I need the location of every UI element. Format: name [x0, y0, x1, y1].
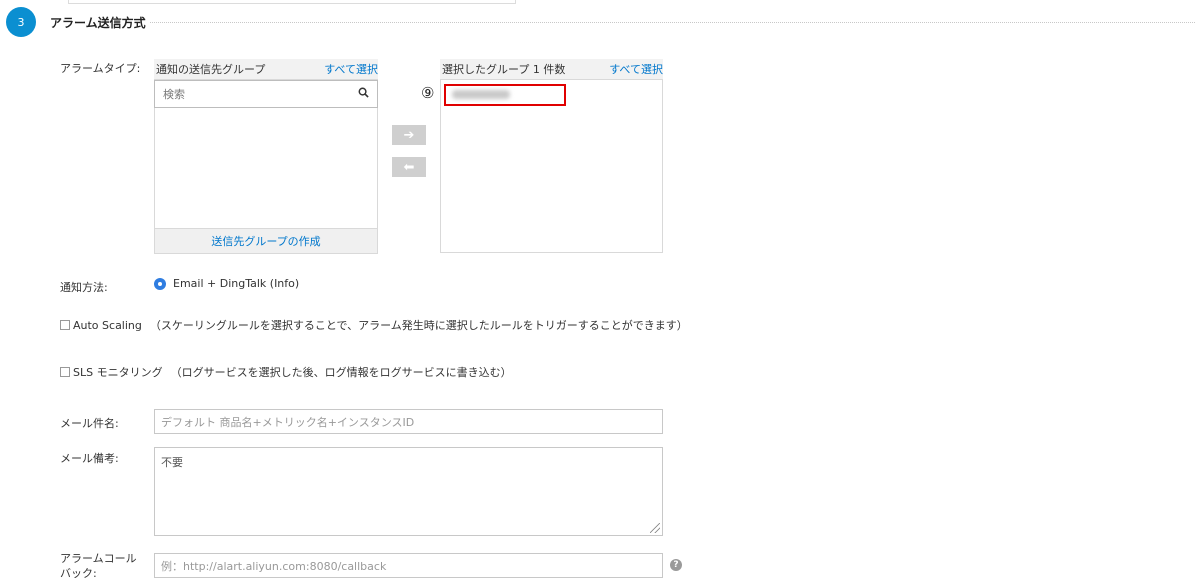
move-left-button[interactable]: ⬅	[392, 157, 426, 177]
auto-scaling-row: Auto Scaling （スケーリングルールを選択することで、アラーム発生時に…	[60, 317, 688, 333]
selected-group-item[interactable]	[444, 84, 566, 106]
callback-label-line2: バック:	[60, 567, 97, 580]
callback-label: アラームコール バック:	[60, 551, 137, 581]
mail-note-label: メール備考:	[60, 452, 119, 465]
sls-row: SLS モニタリング （ログサービスを選択した後、ログ情報をログサービスに書き込…	[60, 364, 512, 380]
callback-url-placeholder: 例：http://alart.aliyun.com:8080/callback	[161, 559, 387, 573]
previous-section-box	[68, 0, 516, 4]
step-number-badge: 3	[6, 7, 36, 37]
notification-method-label: 通知方法:	[60, 281, 108, 294]
callback-label-line1: アラームコール	[60, 552, 137, 565]
auto-scaling-note: （スケーリングルールを選択することで、アラーム発生時に選択したルールをトリガーす…	[149, 319, 688, 332]
section-title: アラーム送信方式	[50, 16, 146, 30]
help-icon[interactable]: ?	[670, 559, 682, 571]
sls-label: SLS モニタリング	[73, 366, 163, 379]
source-group-title: 通知の送信先グループ	[156, 63, 266, 76]
mail-note-value: 不要	[161, 456, 183, 469]
annotation-number: ⑨	[421, 84, 435, 102]
group-search-input[interactable]: 検索	[154, 80, 378, 108]
notification-option[interactable]: Email + DingTalk (Info)	[154, 277, 299, 290]
callback-url-input[interactable]: 例：http://alart.aliyun.com:8080/callback	[154, 553, 663, 578]
source-group-header: 通知の送信先グループ すべて選択	[154, 59, 378, 79]
mail-subject-input[interactable]: デフォルト 商品名+メトリック名+インスタンスID	[154, 409, 663, 434]
source-select-all-link[interactable]: すべて選択	[324, 61, 378, 77]
sls-note: （ログサービスを選択した後、ログ情報をログサービスに書き込む）	[170, 366, 512, 379]
selected-group-header: 選択したグループ 1 件数 すべて選択	[440, 59, 663, 79]
arrow-right-icon: ➔	[403, 127, 415, 143]
blurred-group-name	[452, 90, 510, 99]
selected-group-title: 選択したグループ 1 件数	[442, 63, 566, 76]
section-divider	[150, 22, 1195, 23]
resize-handle-icon[interactable]	[650, 523, 660, 533]
auto-scaling-label: Auto Scaling	[73, 318, 142, 332]
selected-select-all-link[interactable]: すべて選択	[609, 61, 663, 77]
search-icon[interactable]	[358, 87, 369, 101]
alarm-type-label: アラームタイプ:	[60, 62, 141, 75]
notification-option-label: Email + DingTalk (Info)	[173, 277, 300, 290]
search-placeholder: 検索	[163, 88, 185, 101]
mail-subject-placeholder: デフォルト 商品名+メトリック名+インスタンスID	[161, 415, 415, 429]
mail-subject-label: メール件名:	[60, 417, 119, 430]
create-group-button[interactable]: 送信先グループの作成	[155, 228, 377, 253]
sls-checkbox[interactable]	[60, 367, 70, 377]
move-right-button[interactable]: ➔	[392, 125, 426, 145]
mail-note-textarea[interactable]: 不要	[154, 447, 663, 536]
auto-scaling-checkbox[interactable]	[60, 320, 70, 330]
arrow-left-icon: ⬅	[403, 159, 415, 175]
radio-selected-icon[interactable]	[154, 277, 166, 290]
